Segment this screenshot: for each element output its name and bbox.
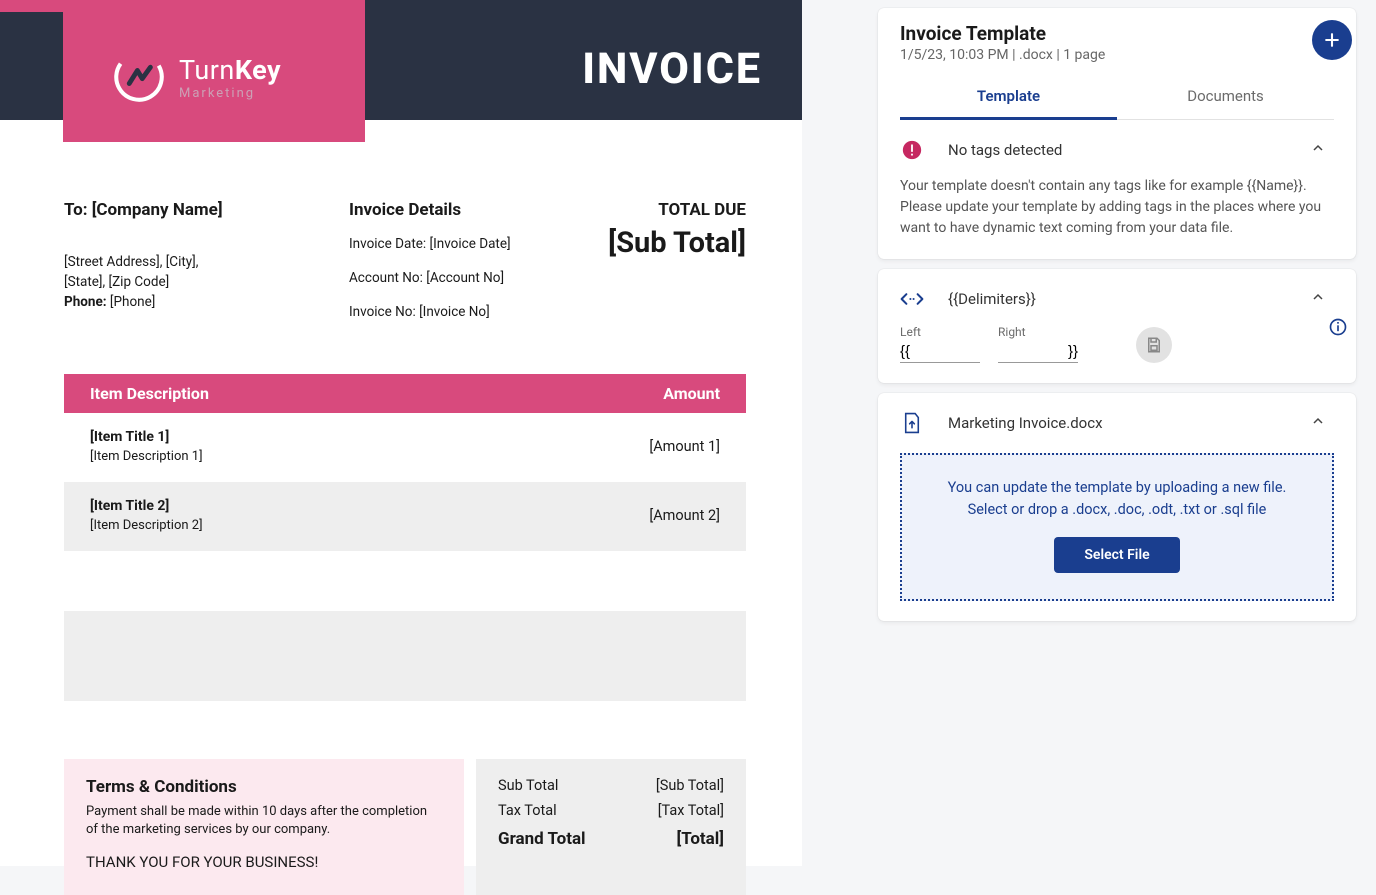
- item-amount: [Amount 2]: [649, 507, 720, 524]
- info-icon: [1328, 317, 1348, 337]
- tab-template[interactable]: Template: [900, 77, 1117, 120]
- to-address-line1: [Street Address], [City],: [64, 254, 329, 270]
- document-preview: TurnKey Marketing INVOICE To: [Company N…: [0, 0, 802, 866]
- total-due-value: [Sub Total]: [589, 226, 746, 260]
- collapse-toggle[interactable]: [1310, 413, 1326, 433]
- chevron-up-icon: [1310, 413, 1326, 429]
- info-button[interactable]: [1328, 317, 1348, 341]
- invoice-no: Invoice No: [Invoice No]: [349, 304, 569, 320]
- plus-icon: [1322, 30, 1342, 50]
- invoice-title: INVOICE: [582, 44, 762, 94]
- brand-subtitle: Marketing: [179, 86, 281, 101]
- save-icon: [1145, 336, 1163, 354]
- item-title: [Item Title 2]: [90, 498, 203, 514]
- upload-text-line2: Select or drop a .docx, .doc, .odt, .txt…: [920, 499, 1314, 521]
- to-address-line2: [State], [Zip Code]: [64, 274, 329, 290]
- logo-icon: [113, 51, 165, 103]
- terms-heading: Terms & Conditions: [86, 777, 442, 797]
- to-phone: Phone: [Phone]: [64, 294, 329, 310]
- tab-documents[interactable]: Documents: [1117, 77, 1334, 120]
- no-tags-title: No tags detected: [948, 141, 1062, 159]
- terms-thanks: THANK YOU FOR YOUR BUSINESS!: [86, 853, 442, 871]
- left-delim-input[interactable]: [900, 341, 980, 363]
- panel-title: Invoice Template: [900, 22, 1334, 45]
- invoice-details-header: Invoice Details: [349, 200, 569, 220]
- file-upload-icon: [900, 411, 924, 435]
- chevron-up-icon: [1310, 289, 1326, 305]
- panel-header-card: Invoice Template 1/5/23, 10:03 PM | .doc…: [878, 8, 1356, 259]
- chevron-up-icon: [1310, 140, 1326, 156]
- right-delim-label: Right: [998, 325, 1078, 339]
- total-due-label: TOTAL DUE: [589, 200, 746, 220]
- subtotal-value: [Sub Total]: [656, 777, 724, 794]
- accent-bar: [0, 0, 365, 12]
- items-header-row: Item Description Amount: [64, 374, 746, 413]
- panel-meta: 1/5/23, 10:03 PM | .docx | 1 page: [900, 47, 1334, 63]
- to-header: To: [Company Name]: [64, 200, 329, 220]
- file-card: Marketing Invoice.docx You can update th…: [878, 393, 1356, 621]
- table-row: [Item Title 2] [Item Description 2] [Amo…: [64, 482, 746, 551]
- save-delimiters-button[interactable]: [1136, 327, 1172, 363]
- doc-header: TurnKey Marketing INVOICE: [0, 0, 802, 120]
- grandtotal-label: Grand Total: [498, 829, 586, 849]
- subtotal-label: Sub Total: [498, 777, 558, 794]
- blank-row: [64, 611, 746, 701]
- logo-box: TurnKey Marketing: [63, 12, 365, 142]
- add-button[interactable]: [1312, 20, 1352, 60]
- taxtotal-label: Tax Total: [498, 802, 557, 819]
- warning-icon: [900, 138, 924, 162]
- brand-name: TurnKey: [179, 54, 281, 86]
- delimiters-card: {{Delimiters}} Left Right: [878, 269, 1356, 383]
- left-delim-label: Left: [900, 325, 980, 339]
- collapse-toggle[interactable]: [1310, 289, 1326, 309]
- right-delim-input[interactable]: [998, 341, 1078, 363]
- item-title: [Item Title 1]: [90, 429, 203, 445]
- delimiters-title: {{Delimiters}}: [948, 290, 1036, 308]
- no-tags-body: Your template doesn't contain any tags l…: [900, 176, 1334, 239]
- table-row: [Item Title 1] [Item Description 1] [Amo…: [64, 413, 746, 482]
- delimiters-icon: [900, 287, 924, 311]
- item-amount: [Amount 1]: [649, 438, 720, 455]
- invoice-date: Invoice Date: [Invoice Date]: [349, 236, 569, 252]
- item-desc: [Item Description 2]: [90, 518, 203, 533]
- upload-text-line1: You can update the template by uploading…: [920, 477, 1314, 499]
- taxtotal-value: [Tax Total]: [658, 802, 724, 819]
- totals-box: Sub Total [Sub Total] Tax Total [Tax Total…: [476, 759, 746, 895]
- terms-box: Terms & Conditions Payment shall be made…: [64, 759, 464, 895]
- collapse-toggle[interactable]: [1310, 140, 1326, 160]
- grandtotal-value: [Total]: [677, 829, 724, 849]
- select-file-button[interactable]: Select File: [1054, 537, 1179, 573]
- col-amount: Amount: [663, 384, 720, 403]
- file-name: Marketing Invoice.docx: [948, 414, 1103, 432]
- col-description: Item Description: [90, 384, 209, 403]
- terms-body: Payment shall be made within 10 days aft…: [86, 803, 442, 839]
- upload-dropzone[interactable]: You can update the template by uploading…: [900, 453, 1334, 601]
- side-panel: Invoice Template 1/5/23, 10:03 PM | .doc…: [878, 0, 1356, 890]
- account-no: Account No: [Account No]: [349, 270, 569, 286]
- item-desc: [Item Description 1]: [90, 449, 203, 464]
